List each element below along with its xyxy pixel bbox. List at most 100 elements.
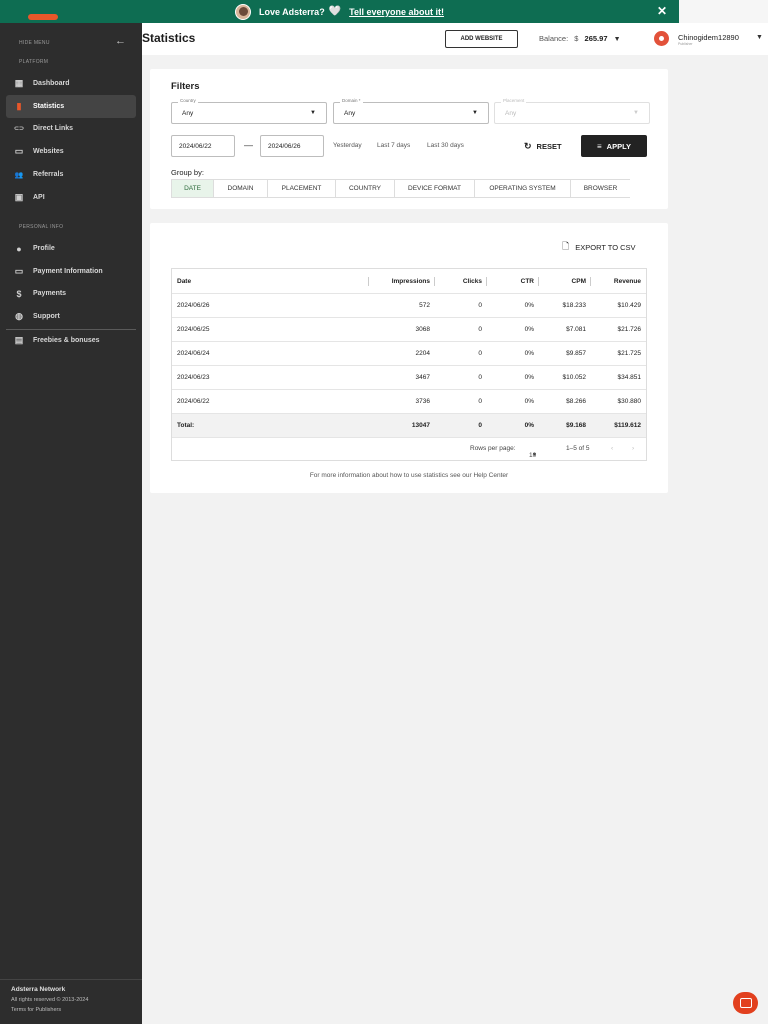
sidebar-item-label: Support bbox=[33, 313, 60, 320]
cell-cpm: $10.052 bbox=[562, 374, 587, 381]
sidebar-item-statistics[interactable]: ▮ Statistics bbox=[6, 95, 136, 118]
country-select-value: Any bbox=[182, 109, 194, 117]
chat-support-icon[interactable] bbox=[733, 992, 758, 1014]
cell-revenue: $21.726 bbox=[617, 326, 642, 333]
total-clicks: 0 bbox=[478, 422, 482, 429]
sidebar-item-referrals[interactable]: 👥 Referrals bbox=[6, 163, 136, 186]
quick-range-yesterday[interactable]: Yesterday bbox=[333, 142, 362, 149]
bar-chart-icon: ▮ bbox=[16, 101, 22, 111]
column-header-cpm[interactable]: CPM bbox=[572, 269, 586, 293]
previous-page-icon[interactable]: ‹ bbox=[611, 445, 613, 452]
cell-revenue: $34.851 bbox=[617, 374, 642, 381]
stats-table: Date Impressions Clicks CTR CPM Revenue … bbox=[171, 268, 647, 461]
main-content: Statistics ADD WEBSITE Balance: $ 265.97… bbox=[142, 23, 768, 1024]
avatar[interactable] bbox=[654, 31, 669, 46]
refresh-icon: ↻ bbox=[524, 141, 532, 151]
date-range-dash: — bbox=[244, 140, 253, 150]
sidebar-item-websites[interactable]: ▭ Websites bbox=[6, 140, 136, 163]
sidebar-item-label: Dashboard bbox=[33, 80, 70, 87]
column-separator bbox=[368, 277, 369, 286]
column-separator bbox=[486, 277, 487, 286]
terminal-icon: ▣ bbox=[14, 192, 24, 202]
chevron-down-icon: ▼ bbox=[310, 110, 316, 116]
quick-range-last-30-days[interactable]: Last 30 days bbox=[427, 142, 464, 149]
cell-cpm: $7.081 bbox=[566, 326, 586, 333]
column-separator bbox=[434, 277, 435, 286]
tab-country[interactable]: COUNTRY bbox=[336, 180, 395, 197]
domain-select[interactable]: Domain * Any ▼ bbox=[333, 98, 489, 124]
chevron-down-icon: ▼ bbox=[472, 110, 478, 116]
balance-currency: $ bbox=[574, 34, 579, 43]
rows-per-page-label: Rows per page: bbox=[470, 445, 516, 452]
domain-select-value: Any bbox=[344, 109, 356, 117]
support-icon: ◍ bbox=[15, 311, 23, 321]
cell-date: 2024/06/22 bbox=[177, 398, 210, 405]
footer-terms-link[interactable]: Terms for Publishers bbox=[11, 1007, 61, 1013]
chevron-down-icon: ▼ bbox=[532, 452, 537, 458]
column-header-clicks[interactable]: Clicks bbox=[463, 269, 482, 293]
footer-rights: All rights reserved © 2013-2024 bbox=[11, 997, 89, 1003]
date-from-field[interactable]: 2024/06/22 bbox=[171, 135, 235, 157]
column-header-date[interactable]: Date bbox=[177, 269, 191, 293]
sidebar-item-api[interactable]: ▣ API bbox=[6, 186, 136, 209]
placement-select[interactable]: Placement Any ▼ bbox=[494, 98, 650, 124]
total-label: Total: bbox=[177, 422, 195, 429]
tab-browser[interactable]: BROWSER bbox=[571, 180, 630, 197]
balance-display[interactable]: Balance: $ 265.97 ▼ bbox=[539, 34, 621, 43]
chevron-down-icon: ▼ bbox=[633, 110, 639, 116]
file-icon: 🗋 bbox=[562, 241, 570, 251]
export-csv-button[interactable]: 🗋 EXPORT TO CSV bbox=[562, 239, 636, 255]
quick-range-last-7-days[interactable]: Last 7 days bbox=[377, 142, 410, 149]
dashboard-icon: ▦ bbox=[14, 78, 24, 88]
sidebar-item-direct-links[interactable]: ⊂⊃ Direct Links bbox=[6, 117, 136, 140]
placement-select-value: Any bbox=[505, 109, 517, 117]
table-row: 2024/06/23 3467 0 0% $10.052 $34.851 bbox=[172, 366, 646, 390]
tab-date[interactable]: DATE bbox=[171, 180, 214, 197]
country-select[interactable]: Country Any ▼ bbox=[171, 98, 327, 124]
apply-button[interactable]: ≡ APPLY bbox=[581, 135, 647, 157]
sidebar-item-freebies[interactable]: ▤ Freebies & bonuses bbox=[6, 329, 136, 352]
username[interactable]: Chinogidem12890 bbox=[678, 33, 739, 42]
add-website-button[interactable]: ADD WEBSITE bbox=[445, 30, 518, 48]
sidebar-item-label: Freebies & bonuses bbox=[33, 337, 100, 344]
heart-icon: 🤍 bbox=[328, 6, 342, 17]
help-center-text[interactable]: For more information about how to use st… bbox=[150, 472, 668, 479]
cell-impressions: 3068 bbox=[415, 326, 430, 333]
tab-operating-system[interactable]: OPERATING SYSTEM bbox=[475, 180, 571, 197]
reset-button[interactable]: ↻ RESET bbox=[524, 141, 562, 152]
sidebar-item-profile[interactable]: ● Profile bbox=[6, 237, 136, 260]
tab-domain[interactable]: DOMAIN bbox=[214, 180, 268, 197]
user-menu-chevron-icon[interactable]: ▼ bbox=[756, 34, 763, 41]
link-icon: ⊂⊃ bbox=[13, 126, 25, 132]
banner-right-area bbox=[679, 0, 768, 23]
tab-device-format[interactable]: DEVICE FORMAT bbox=[395, 180, 475, 197]
export-label: EXPORT TO CSV bbox=[575, 242, 636, 252]
cell-ctr: 0% bbox=[524, 326, 534, 333]
banner-avatar bbox=[235, 3, 251, 20]
cell-impressions: 572 bbox=[419, 302, 430, 309]
tab-placement[interactable]: PLACEMENT bbox=[268, 180, 336, 197]
column-header-ctr[interactable]: CTR bbox=[521, 269, 534, 293]
sidebar-item-payment-information[interactable]: ▭ Payment Information bbox=[6, 260, 136, 283]
cell-date: 2024/06/24 bbox=[177, 350, 210, 357]
sidebar-item-label: API bbox=[33, 194, 45, 201]
close-icon[interactable]: ✕ bbox=[657, 4, 667, 18]
page-title: Statistics bbox=[142, 31, 196, 45]
cell-impressions: 2204 bbox=[415, 350, 430, 357]
balance-label: Balance: bbox=[539, 34, 569, 43]
sidebar-item-support[interactable]: ◍ Support bbox=[6, 305, 136, 328]
hide-menu-arrow-icon[interactable]: ← bbox=[115, 35, 126, 47]
date-to-field[interactable]: 2024/06/26 bbox=[260, 135, 324, 157]
cell-ctr: 0% bbox=[524, 398, 534, 405]
domain-select-label: Domain * bbox=[340, 98, 363, 103]
banner-link[interactable]: Tell everyone about it! bbox=[349, 7, 444, 17]
table-header-row: Date Impressions Clicks CTR CPM Revenue bbox=[172, 269, 646, 294]
cell-revenue: $10.429 bbox=[617, 302, 642, 309]
next-page-icon[interactable]: › bbox=[632, 445, 634, 452]
sidebar-item-payments[interactable]: $ Payments bbox=[6, 282, 136, 305]
table-row: 2024/06/22 3736 0 0% $8.266 $30.880 bbox=[172, 390, 646, 414]
column-header-revenue[interactable]: Revenue bbox=[614, 269, 641, 293]
sidebar-item-dashboard[interactable]: ▦ Dashboard bbox=[6, 72, 136, 95]
column-header-impressions[interactable]: Impressions bbox=[392, 269, 430, 293]
total-impressions: 13047 bbox=[411, 422, 430, 429]
